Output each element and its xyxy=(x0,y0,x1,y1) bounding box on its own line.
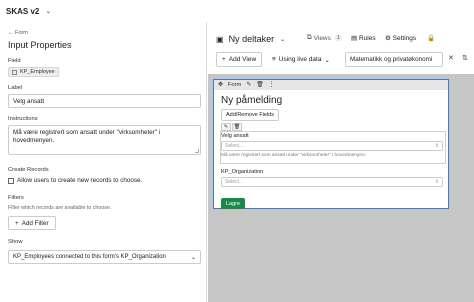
field-chip-text: KP_Employee xyxy=(20,69,55,75)
field2-select[interactable]: Select... ⇕ xyxy=(221,177,443,187)
plus-icon: + xyxy=(15,219,19,227)
preview-canvas: ✥ Form ✎ 🗑 ⋮ Ny påmelding Add/Remove Fie… xyxy=(208,74,474,302)
add-remove-fields-button[interactable]: Add/Remove Fields xyxy=(221,109,279,121)
rules-tab[interactable]: ▤ Rules xyxy=(351,34,376,42)
instructions-textarea[interactable]: Må være registrert som ansatt under "vir… xyxy=(8,125,201,155)
checkbox-icon[interactable] xyxy=(8,177,14,184)
panel-title: Input Properties xyxy=(8,40,72,50)
rules-icon: ▤ xyxy=(351,35,358,42)
add-view-button[interactable]: + Add View xyxy=(216,52,263,67)
more-icon[interactable]: ⋮ xyxy=(269,82,275,88)
field2-placeholder: Select... xyxy=(225,179,244,185)
chevron-down-icon[interactable]: ⌄ xyxy=(45,7,51,15)
chevron-down-icon: ⌄ xyxy=(190,254,196,261)
views-label: Views xyxy=(313,34,331,42)
add-view-label: Add View xyxy=(228,56,257,63)
view-header: ▣ Ny deltaker ⌄ ⧉ Views 1 ▤ Rules ⚙ Sett… xyxy=(208,22,474,74)
edit-field-icon[interactable]: ✎ xyxy=(221,123,231,131)
chevron-down-icon: ⌄ xyxy=(324,56,330,64)
builder-area: ▣ Ny deltaker ⌄ ⧉ Views 1 ▤ Rules ⚙ Sett… xyxy=(208,22,474,302)
breadcrumb-label[interactable]: Form xyxy=(15,30,28,36)
app-title[interactable]: SKAS v2 xyxy=(6,7,39,16)
field1-instructions: Må være registrert som ansatt under "vir… xyxy=(221,153,366,158)
breadcrumb[interactable]: ← Form xyxy=(8,30,28,36)
show-label: Show xyxy=(8,239,23,245)
field1-label: Velg ansatt xyxy=(221,133,249,139)
form-icon: ▣ xyxy=(216,34,224,44)
field-chip: KP_Employee xyxy=(8,67,59,77)
updown-icon: ⇕ xyxy=(434,179,439,185)
swap-icon[interactable]: ⇅ xyxy=(462,54,468,62)
views-count-badge: 1 xyxy=(334,35,342,41)
add-filter-button[interactable]: + Add Filter xyxy=(8,216,56,230)
lock-icon[interactable]: 🔒 xyxy=(427,34,435,42)
settings-label: Settings xyxy=(392,35,417,42)
delete-icon[interactable]: 🗑 xyxy=(256,82,263,88)
edit-icon[interactable]: ✎ xyxy=(246,82,251,88)
drag-handle-icon[interactable]: ✥ xyxy=(218,82,223,88)
chevron-down-icon: ⌄ xyxy=(280,36,286,43)
form-bar-label: Form xyxy=(227,82,242,88)
show-value: KP_Employees connected to this form's KP… xyxy=(13,254,166,260)
instructions-label: Instructions xyxy=(8,116,38,122)
record-select[interactable]: Matematikk og privatøkonomi xyxy=(345,52,443,67)
form-title: Ny påmelding xyxy=(221,95,283,106)
form-toolbar: ✥ Form ✎ 🗑 ⋮ xyxy=(214,80,448,90)
view-title-text: Ny deltaker xyxy=(228,34,275,44)
filters-subtext: Filter which records are available to ch… xyxy=(8,205,112,211)
show-select[interactable]: KP_Employees connected to this form's KP… xyxy=(8,250,201,264)
create-records-checkbox[interactable]: Allow users to create new records to cho… xyxy=(8,177,142,184)
label-input[interactable]: Velg ansatt xyxy=(8,94,201,108)
field2-label: KP_Organization xyxy=(221,169,264,175)
field-edit-tools: ✎ 🗑 xyxy=(221,123,243,131)
instructions-text: Må være registrert som ansatt under "vir… xyxy=(13,129,161,144)
views-tab[interactable]: ⧉ Views 1 xyxy=(307,34,342,42)
gear-icon: ⚙ xyxy=(385,35,391,42)
data-source-toggle[interactable]: ≡ Using live data ⌄ xyxy=(268,52,334,67)
field1-placeholder: Select... xyxy=(225,143,244,149)
field1-select[interactable]: Select... ⇕ xyxy=(221,141,443,151)
label-label: Label xyxy=(8,85,23,91)
resize-handle-icon[interactable] xyxy=(195,149,199,153)
delete-field-icon[interactable]: 🗑 xyxy=(232,123,242,131)
data-source-label: Using live data xyxy=(278,56,322,63)
rules-label: Rules xyxy=(358,35,376,42)
settings-tab[interactable]: ⚙ Settings xyxy=(385,34,416,42)
add-filter-label: Add Filter xyxy=(21,219,49,227)
top-bar: SKAS v2 ⌄ xyxy=(0,0,474,22)
database-icon: ≡ xyxy=(272,56,276,63)
updown-icon: ⇕ xyxy=(434,143,439,149)
filters-label: Filters xyxy=(8,195,24,201)
table-icon xyxy=(12,69,17,75)
field-label: Field xyxy=(8,58,21,64)
submit-button[interactable]: Lagre xyxy=(221,198,246,209)
views-icon: ⧉ xyxy=(307,34,312,41)
form-card[interactable]: ✥ Form ✎ 🗑 ⋮ Ny påmelding Add/Remove Fie… xyxy=(213,79,449,209)
plus-icon: + xyxy=(222,56,226,63)
properties-panel: ← Form Input Properties Field KP_Employe… xyxy=(0,22,207,302)
view-title[interactable]: ▣ Ny deltaker ⌄ xyxy=(216,34,285,44)
close-icon[interactable]: ✕ xyxy=(448,54,454,62)
create-records-label: Create Records xyxy=(8,167,49,173)
create-records-text: Allow users to create new records to cho… xyxy=(17,177,143,184)
